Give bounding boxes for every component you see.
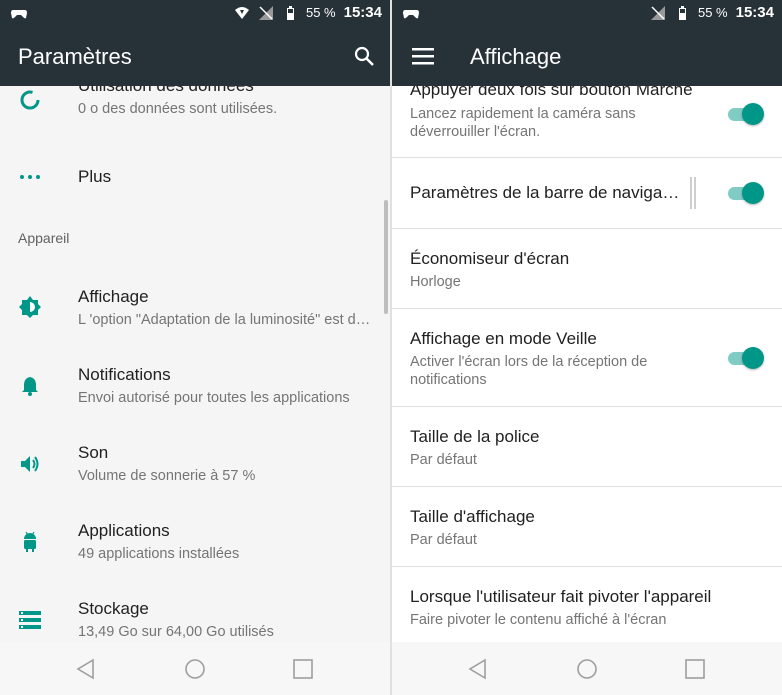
settings-item-title: Affichage [78, 287, 149, 306]
page-title: Paramètres [18, 44, 132, 69]
navigation-bar-toggle[interactable] [724, 181, 764, 205]
setting-subtitle: Par défaut [410, 532, 477, 548]
battery-percent: 55 % [305, 5, 336, 20]
settings-item-storage[interactable]: Stockage 13,49 Go sur 64,00 Go utilisés [0, 588, 390, 642]
settings-item-title: Notifications [78, 365, 171, 384]
settings-item-more[interactable]: Plus [0, 146, 390, 208]
settings-item-title: Son [78, 443, 109, 462]
bell-icon [22, 377, 38, 396]
no-signal-icon [650, 5, 665, 20]
home-icon[interactable] [183, 657, 207, 681]
setting-subtitle: Horloge [410, 274, 461, 290]
game-controller-icon [11, 10, 27, 19]
settings-item-subtitle: 49 applications installées [78, 546, 240, 562]
settings-item-title: Plus [78, 167, 112, 186]
setting-font-size[interactable]: Taille de la police Par défaut [392, 407, 782, 487]
setting-title: Appuyer deux fois sur bouton Marche [410, 86, 693, 99]
system-nav-bar [0, 642, 390, 695]
system-nav-bar [392, 642, 782, 695]
setting-title: Taille de la police [410, 427, 540, 446]
app-bar: 55 % 15:34 Paramètres [0, 0, 390, 86]
settings-item-title: Utilisation des données [78, 86, 254, 96]
more-dots-icon [20, 175, 40, 179]
setting-navigation-bar[interactable]: Paramètres de la barre de navigation [392, 158, 782, 229]
recents-icon[interactable] [291, 657, 315, 681]
settings-item-subtitle: 0 o des données sont utilisées. [78, 101, 278, 117]
clock: 15:34 [343, 4, 382, 21]
scrollbar[interactable] [384, 200, 388, 314]
status-bar: 55 % 15:34 [0, 0, 390, 28]
back-icon[interactable] [74, 657, 98, 681]
game-controller-icon [403, 10, 419, 19]
setting-title: Lorsque l'utilisateur fait pivoter l'app… [410, 587, 712, 606]
wifi-off-icon [234, 6, 249, 19]
setting-title: Affichage en mode Veille [410, 329, 597, 348]
page-title: Affichage [470, 44, 562, 69]
brightness-icon [19, 296, 41, 318]
home-icon[interactable] [575, 657, 599, 681]
ambient-display-toggle[interactable] [724, 346, 764, 370]
setting-title: Économiseur d'écran [410, 249, 570, 268]
battery-percent: 55 % [697, 5, 728, 20]
battery-icon [286, 5, 294, 20]
settings-item-subtitle: Envoi autorisé pour toutes les applicati… [78, 390, 350, 406]
search-icon[interactable] [352, 44, 376, 68]
display-settings-screen: 55 % 15:34 Affichage Appuyer deux fois s… [392, 0, 782, 695]
section-header: Appareil [18, 230, 70, 246]
setting-auto-rotate[interactable]: Lorsque l'utilisateur fait pivoter l'app… [392, 567, 782, 642]
setting-title: Paramètres de la barre de navigation [410, 183, 682, 202]
settings-list: Utilisation des données 0 o des données … [0, 86, 390, 642]
setting-subtitle: Activer l'écran lors de la réception de … [410, 354, 648, 388]
setting-subtitle: Lancez rapidement la caméra sans déverro… [410, 106, 636, 140]
settings-item-display[interactable]: Affichage L 'option "Adaptation de la lu… [0, 276, 390, 346]
setting-display-size[interactable]: Taille d'affichage Par défaut [392, 487, 782, 567]
navbar-divider [690, 177, 696, 209]
setting-screensaver[interactable]: Économiseur d'écran Horloge [392, 229, 782, 309]
battery-icon [678, 5, 686, 20]
no-signal-icon [258, 5, 273, 20]
setting-title: Taille d'affichage [410, 507, 535, 526]
settings-item-sound[interactable]: Son Volume de sonnerie à 57 % [0, 432, 390, 502]
status-bar: 55 % 15:34 [392, 0, 782, 28]
setting-subtitle: Par défaut [410, 452, 477, 468]
setting-subtitle: Faire pivoter le contenu affiché à l'écr… [410, 612, 667, 628]
double-tap-toggle[interactable] [724, 102, 764, 126]
clock: 15:34 [735, 4, 774, 21]
data-usage-icon [20, 90, 40, 110]
settings-item-subtitle: L 'option "Adaptation de la luminosité" … [78, 312, 374, 328]
settings-item-apps[interactable]: Applications 49 applications installées [0, 510, 390, 580]
settings-item-title: Stockage [78, 599, 149, 618]
settings-item-data-usage[interactable]: Utilisation des données 0 o des données … [0, 86, 390, 132]
storage-icon [19, 611, 41, 629]
display-settings-list: Appuyer deux fois sur bouton Marche Lanc… [392, 86, 782, 642]
settings-item-notifications[interactable]: Notifications Envoi autorisé pour toutes… [0, 354, 390, 424]
volume-icon [21, 456, 39, 472]
settings-item-subtitle: 13,49 Go sur 64,00 Go utilisés [78, 624, 274, 640]
setting-ambient-display[interactable]: Affichage en mode Veille Activer l'écran… [392, 309, 782, 407]
recents-icon[interactable] [683, 657, 707, 681]
settings-item-title: Applications [78, 521, 170, 540]
setting-double-tap-power[interactable]: Appuyer deux fois sur bouton Marche Lanc… [392, 86, 782, 158]
settings-item-subtitle: Volume de sonnerie à 57 % [78, 468, 256, 484]
settings-screen: 55 % 15:34 Paramètres Utilisation des do… [0, 0, 390, 695]
android-icon [24, 531, 36, 552]
app-bar: 55 % 15:34 Affichage [392, 0, 782, 86]
menu-icon[interactable] [412, 46, 434, 66]
back-icon[interactable] [466, 657, 490, 681]
